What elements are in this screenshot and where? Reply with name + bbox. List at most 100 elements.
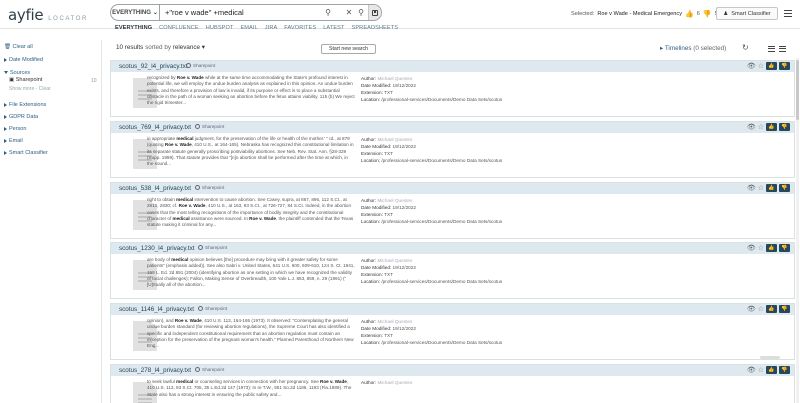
caret-right-icon [4,114,7,119]
meta-key: Location: [361,279,381,284]
result-filename[interactable]: scotus_538_l4_privacy.txt [119,185,191,192]
meta-key: Date Modified: [361,326,392,331]
sharepoint-icon [195,185,200,190]
show-more-link[interactable]: Show more - Clear [9,86,51,92]
meta-location: Location: /professional-services/Documen… [361,96,502,103]
thumbs-up-button[interactable]: 👍 [766,62,777,70]
selected-value[interactable]: Roe v Wade - Medical Emergency [597,11,682,17]
save-search-button[interactable] [368,5,381,20]
meta-date: Date Modified: 19/12/2022 [361,325,502,332]
preview-eye-icon[interactable]: 👁 [747,123,756,131]
result-card[interactable]: scotus_92_l4_privacy.txt Sharepoint 👁 ☆ … [110,60,795,117]
result-card-header: scotus_1146_l4_privacy.txt Sharepoint 👁 … [111,304,794,315]
thumbs-up-button[interactable]: 👍 [766,305,777,313]
tab-favorites[interactable]: FAVORITES [284,25,316,31]
result-filename[interactable]: scotus_92_l4_privacy.txt [119,63,188,70]
tab-latest[interactable]: LATEST [323,25,344,31]
source-badge: Sharepoint [195,185,224,190]
preview-eye-icon[interactable]: 👁 [747,366,756,374]
meta-value: /professional-services/Documents/Demo Da… [381,97,503,102]
result-filename[interactable]: scotus_1146_l4_privacy.txt [119,306,194,313]
favorite-star-icon[interactable]: ☆ [758,305,764,313]
thumbs-down-button[interactable]: 👎 [779,123,790,131]
thumbs-up-button[interactable]: 👍 [766,184,777,192]
result-card[interactable]: scotus_769_l4_privacy.txt Sharepoint 👁 ☆… [110,121,795,178]
chevron-down-icon[interactable]: ▾ [202,44,205,51]
meta-value: TXT [384,90,393,95]
timelines-toggle[interactable]: ▸ Timelines (0 selected) [660,45,726,52]
preview-eye-icon[interactable]: 👁 [747,244,756,252]
tab-confluence[interactable]: CONFLUENCE [159,25,199,31]
results-count: 10 results sorted by relevance ▾ [116,44,205,51]
search-scope-select[interactable]: EVERYTHING ⌄ [111,5,160,20]
result-filename[interactable]: scotus_278_l4_privacy.txt [119,367,191,374]
filter-email[interactable]: Email [4,138,23,144]
sort-select[interactable]: relevance [173,44,200,51]
favorite-star-icon[interactable]: ☆ [758,184,764,192]
tab-jira[interactable]: JIRA [265,25,278,31]
logo[interactable]: ayfie LOCATOR [8,6,88,24]
filter-sources[interactable]: Sources [4,70,30,76]
advanced-search-icon[interactable]: ⚲ [356,5,366,20]
preview-eye-icon[interactable]: 👁 [747,305,756,313]
scrollbar[interactable] [796,58,799,403]
thumbs-up-button[interactable]: 👍 [766,366,777,374]
clear-all-link[interactable]: 🗑 Clear all [4,44,33,50]
tab-hubspot[interactable]: HUBSPOT [206,25,234,31]
meta-author: Author: Michael Questes [361,136,502,143]
preview-eye-icon[interactable]: 👁 [747,184,756,192]
result-card[interactable]: scotus_538_l4_privacy.txt Sharepoint 👁 ☆… [110,182,795,239]
result-card[interactable]: scotus_1146_l4_privacy.txt Sharepoint 👁 … [110,303,795,360]
meta-key: Extension: [361,90,383,95]
clear-search-icon[interactable]: ✕ [344,5,354,20]
tab-email[interactable]: EMAIL [240,25,257,31]
chevron-down-icon: ⌄ [152,10,158,16]
meta-key: Location: [361,158,381,163]
thumbs-down-button[interactable]: 👎 [779,184,790,192]
tab-everything[interactable]: EVERYTHING [115,25,152,31]
search-icon[interactable]: ⚲ [323,5,333,20]
meta-location: Location: /professional-services/Documen… [361,218,502,225]
thumbs-up-button[interactable]: 👍 [766,244,777,252]
meta-extension: Extension: TXT [361,89,502,96]
filter-option-sharepoint[interactable]: ▣ Sharepoint [9,77,42,83]
result-snippet: are body of medical opinion believes [th… [147,257,355,288]
compact-view-icon[interactable] [779,46,786,52]
favorite-star-icon[interactable]: ☆ [758,366,764,374]
result-filename[interactable]: scotus_769_l4_privacy.txt [119,124,191,131]
filter-file-extensions[interactable]: File Extensions [4,102,46,108]
thumbs-down-button[interactable]: 👎 [779,62,790,70]
meta-author: Author: Michael Questes [361,197,502,204]
filter-smart-classifier[interactable]: Smart Classifier [4,150,48,156]
thumbs-down-button[interactable]: 👎 [779,366,790,374]
favorite-star-icon[interactable]: ☆ [758,244,764,252]
favorite-star-icon[interactable]: ☆ [758,123,764,131]
result-filename[interactable]: scotus_1230_l4_privacy.txt [119,245,195,252]
favorite-star-icon[interactable]: ☆ [758,62,764,70]
result-card[interactable]: scotus_278_l4_privacy.txt Sharepoint 👁 ☆… [110,364,795,403]
tab-spreadsheets[interactable]: SPREADSHEETS [352,25,399,31]
preview-eye-icon[interactable]: 👁 [747,62,756,70]
list-view-icon[interactable] [768,46,775,52]
search-input[interactable]: +"roe v wade" +medical [165,5,244,20]
filter-person[interactable]: Person [4,126,26,132]
meta-author: Author: Michael Questes [361,75,502,82]
thumbs-down-button[interactable]: 👎 [779,244,790,252]
result-snippet: recognized by Roe v. Wade while at the s… [147,75,355,106]
filter-label: Smart Classifier [9,150,48,156]
caret-right-icon [4,138,7,143]
filter-label: File Extensions [9,102,47,108]
meta-value: 19/12/2022 [392,326,417,331]
thumbs-down-icon[interactable]: 👎 [703,10,712,18]
refresh-icon[interactable]: ↻ [742,43,749,52]
thumbs-down-button[interactable]: 👎 [779,305,790,313]
filter-date-modified[interactable]: Date Modified [4,57,43,63]
menu-icon[interactable] [784,10,792,17]
thumbs-up-button[interactable]: 👍 [766,123,777,131]
filter-gdpr-data[interactable]: GDPR Data [4,114,38,120]
thumbs-up-icon[interactable]: 👍 [685,10,694,18]
smart-classifier-button[interactable]: ♟ Smart Classifier [716,7,778,20]
new-search-button[interactable]: Start new search [321,44,376,54]
meta-date: Date Modified: 19/12/2022 [361,264,502,271]
result-card[interactable]: scotus_1230_l4_privacy.txt Sharepoint 👁 … [110,242,795,299]
